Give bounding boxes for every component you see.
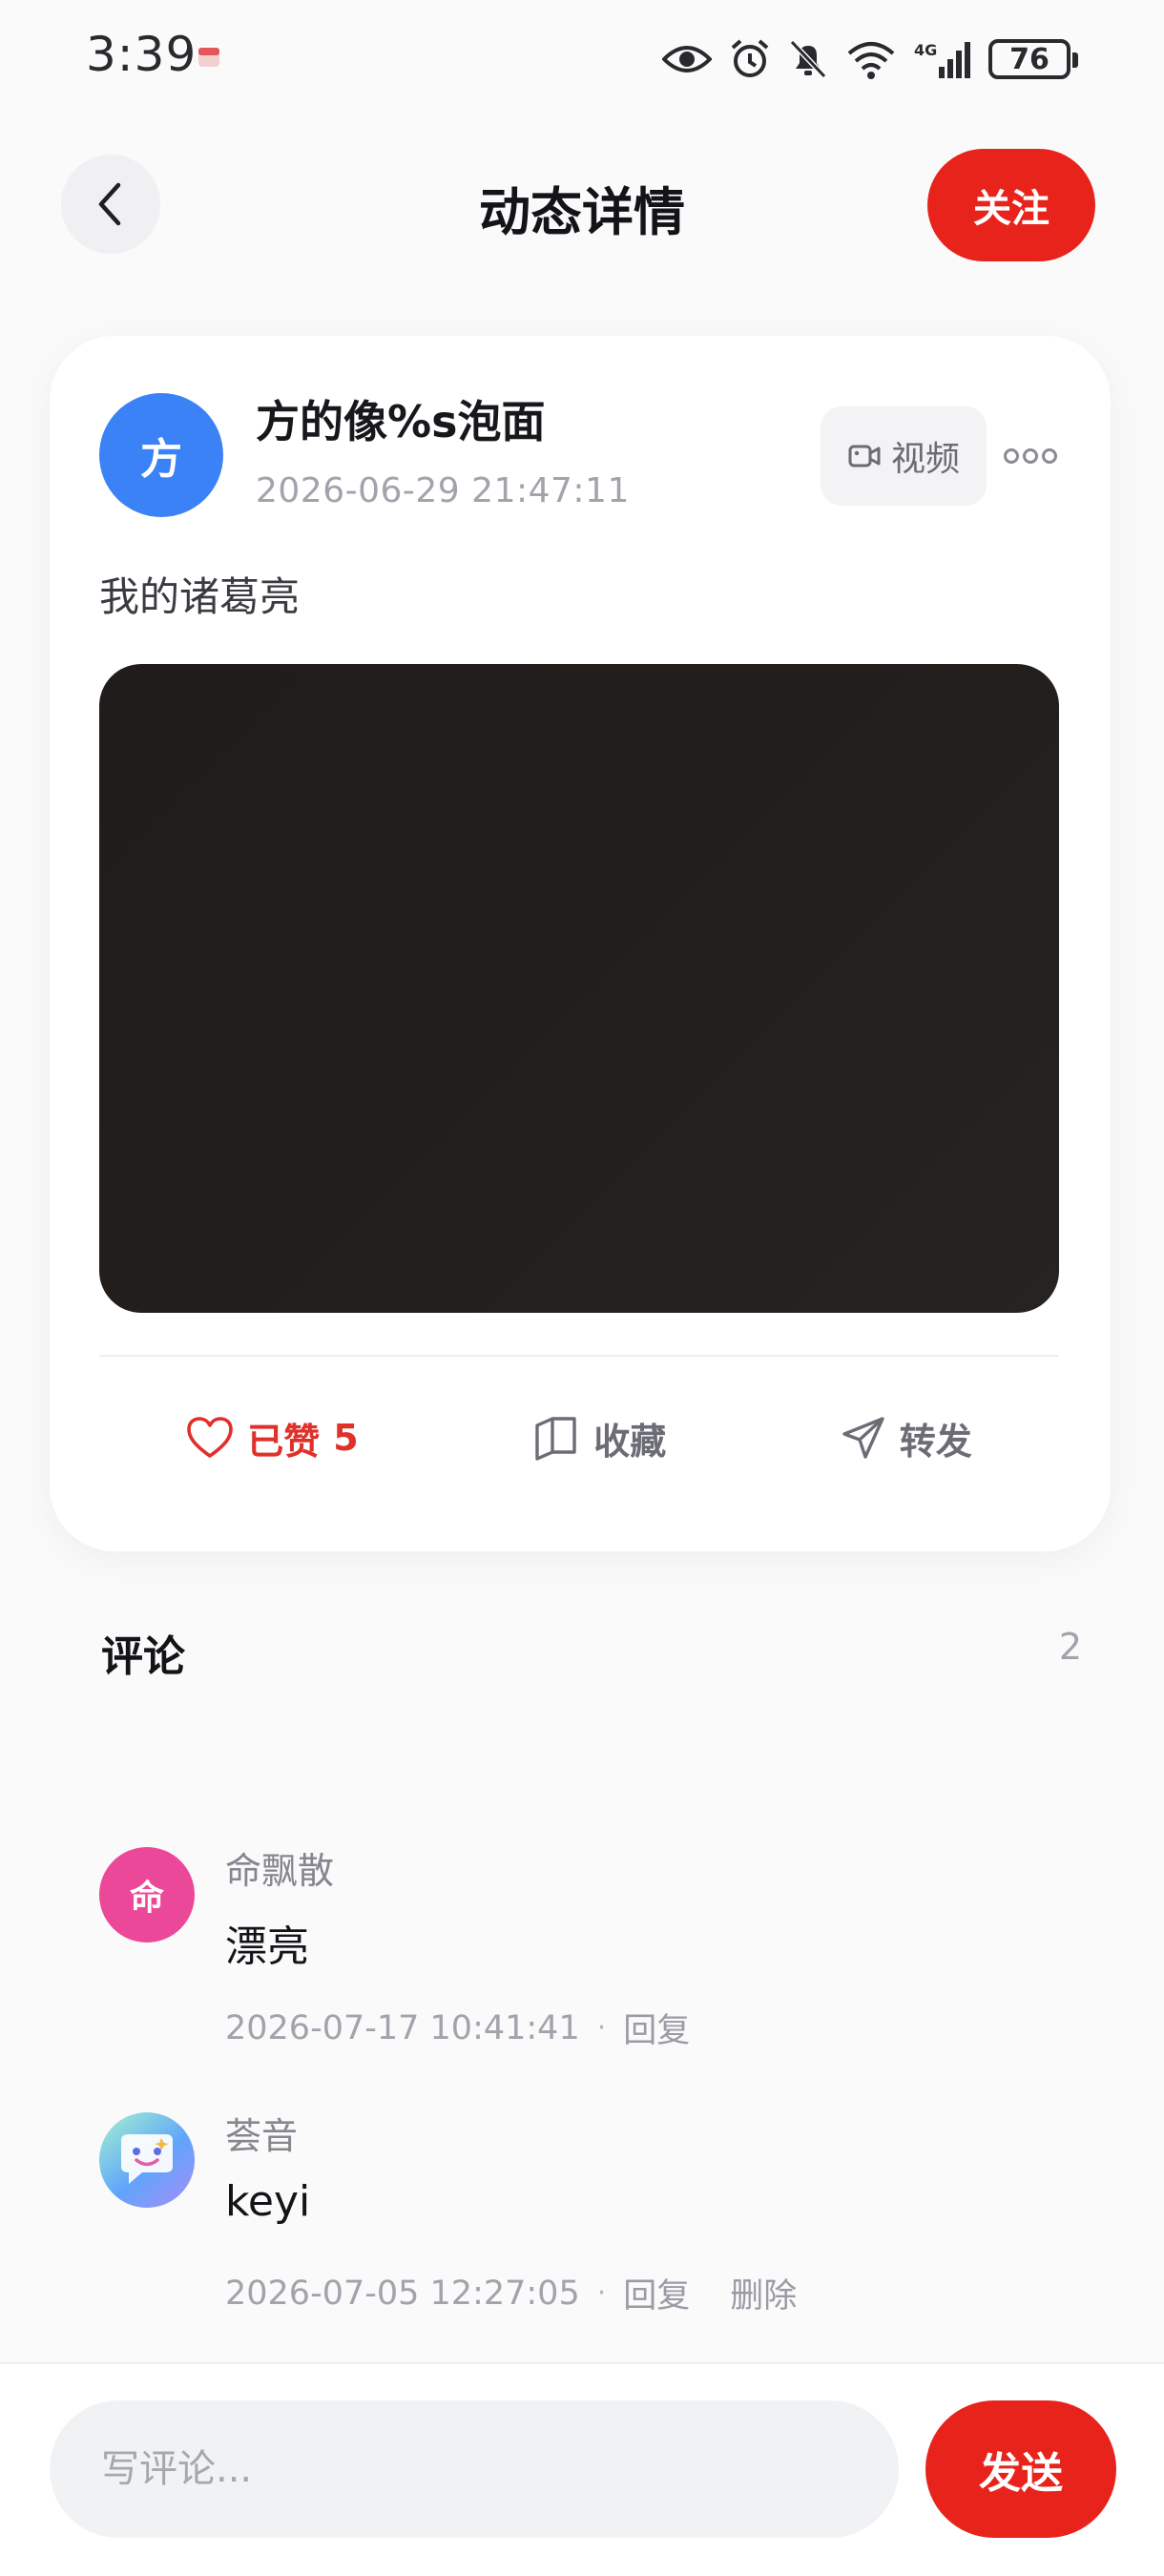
post-video[interactable] <box>99 664 1059 1313</box>
share-button[interactable]: 转发 <box>841 1412 972 1465</box>
send-button[interactable]: 发送 <box>925 2400 1116 2538</box>
share-label: 转发 <box>899 1420 972 1463</box>
status-bar: 3:39 4G 76 <box>0 0 1164 114</box>
comment-composer: 发送 <box>0 2364 1164 2576</box>
author-name[interactable]: 方的像%s泡面 <box>256 387 545 450</box>
commenter-name[interactable]: 命飘散 <box>225 1841 334 1894</box>
post-action-bar: 已赞 5 收藏 转发 <box>99 1385 1059 1490</box>
wifi-icon <box>847 42 895 79</box>
post-text: 我的诸葛亮 <box>99 573 301 620</box>
mute-bell-icon <box>789 39 827 79</box>
comment-text: keyi <box>225 2177 311 2226</box>
more-options-button[interactable] <box>1000 431 1061 481</box>
favorite-label: 收藏 <box>593 1420 667 1463</box>
commenter-avatar[interactable]: 命 <box>99 1847 195 1942</box>
comment-input[interactable] <box>50 2400 899 2538</box>
status-indicators: 4G 76 <box>662 32 1078 86</box>
more-dots-icon <box>1004 448 1057 464</box>
reply-button[interactable]: 回复 <box>623 2004 690 2052</box>
delete-button[interactable]: 删除 <box>730 2269 797 2317</box>
like-button[interactable]: 已赞 5 <box>186 1412 359 1465</box>
comments-header: 评论 2 <box>50 1622 1111 1755</box>
eye-icon <box>662 46 712 73</box>
comment-timestamp: 2026-07-17 10:41:41 <box>225 2008 580 2047</box>
battery-level: 76 <box>1009 42 1050 76</box>
battery-indicator: 76 <box>988 39 1078 79</box>
favorite-button[interactable]: 收藏 <box>532 1412 666 1465</box>
alarm-icon <box>731 39 769 77</box>
bookmark-book-icon <box>535 1417 576 1461</box>
network-type-label: 4G <box>914 41 937 59</box>
top-navigation: 动态详情 关注 <box>0 143 1164 267</box>
heart-icon <box>187 1417 234 1458</box>
reply-button[interactable]: 回复 <box>623 2269 690 2317</box>
comments-count: 2 <box>1058 1626 1082 1668</box>
post-timestamp: 2026-06-29 21:47:11 <box>256 471 630 510</box>
status-time: 3:39 <box>86 27 197 82</box>
meta-separator: · <box>596 2276 607 2310</box>
like-label: 已赞 <box>247 1420 321 1463</box>
like-count: 5 <box>333 1417 359 1459</box>
chat-bubble-face-icon <box>121 2134 173 2184</box>
post-card: 方 方的像%s泡面 2026-06-29 21:47:11 视频 我的诸葛亮 已… <box>50 336 1111 1551</box>
author-avatar[interactable]: 方 <box>99 393 223 517</box>
comment-timestamp: 2026-07-05 12:27:05 <box>225 2274 580 2313</box>
comment-text: 漂亮 <box>225 1922 309 1971</box>
video-tag: 视频 <box>821 406 987 506</box>
divider <box>99 1355 1059 1357</box>
meta-separator: · <box>596 2011 607 2045</box>
video-tag-label: 视频 <box>890 440 960 479</box>
follow-button[interactable]: 关注 <box>927 149 1095 261</box>
comment-meta: 2026-07-17 10:41:41 · 回复 <box>225 2004 690 2052</box>
cellular-signal-icon: 4G <box>914 41 970 78</box>
comment-meta: 2026-07-05 12:27:05 · 回复 删除 <box>225 2269 797 2317</box>
comments-title: 评论 <box>101 1632 185 1681</box>
commenter-name[interactable]: 荟音 <box>225 2107 298 2159</box>
app-notification-icon <box>198 48 219 67</box>
video-camera-icon <box>848 445 881 467</box>
send-arrow-icon <box>842 1417 884 1459</box>
commenter-avatar[interactable] <box>99 2112 195 2208</box>
